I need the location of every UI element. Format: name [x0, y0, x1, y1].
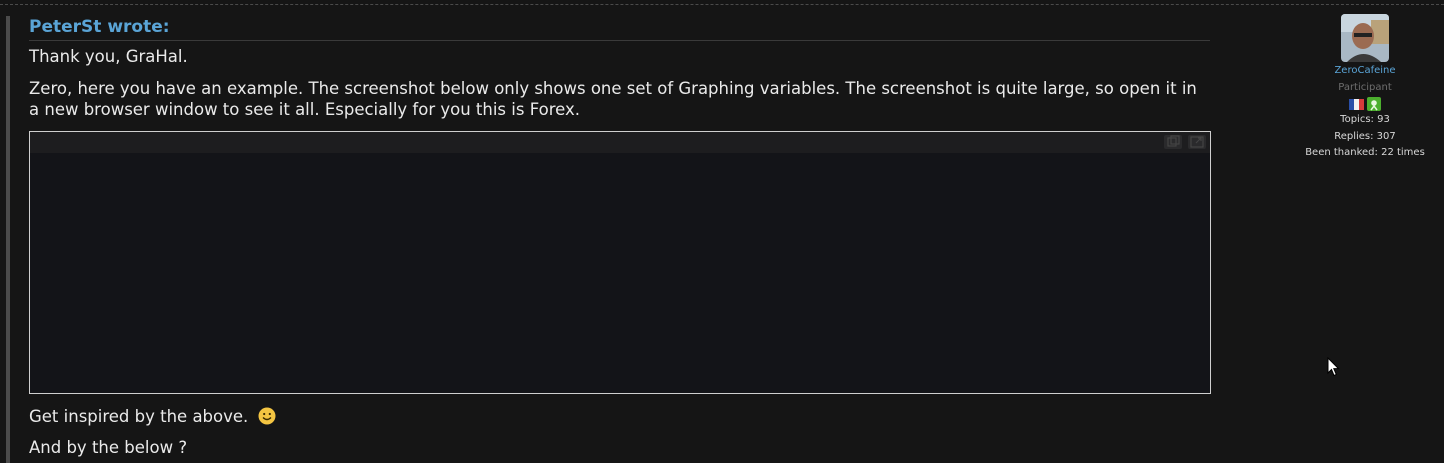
smiley-emoji-icon — [258, 407, 276, 425]
username-link[interactable]: ZeroCafeine — [1300, 64, 1430, 78]
avatar[interactable] — [1341, 14, 1389, 62]
mouse-pointer-icon — [1327, 356, 1340, 381]
france-flag-icon — [1349, 99, 1364, 110]
rank-badge-icon — [1367, 97, 1381, 111]
quote-paragraph: Thank you, GraHal. — [29, 47, 188, 66]
post-paragraph: Get inspired by the above. — [29, 406, 1204, 427]
quote-author-link[interactable]: PeterSt wrote: — [29, 16, 170, 38]
user-card: ZeroCafeine Participant Topics: 93 Repli… — [1300, 14, 1430, 162]
user-role: Participant — [1338, 82, 1392, 93]
thanked-count: Been thanked: 22 times — [1305, 147, 1425, 158]
user-badges — [1300, 97, 1430, 111]
forum-post: PeterSt wrote: Thank you, GraHal. Zero, … — [0, 0, 1444, 463]
topics-count: Topics: 93 — [1340, 114, 1390, 125]
copy-icon[interactable] — [1164, 135, 1182, 149]
post-text: Get inspired by the above. — [29, 407, 249, 426]
quote-divider — [29, 40, 1210, 41]
embed-toolbar — [30, 132, 1210, 153]
embedded-screenshot[interactable] — [29, 131, 1211, 394]
quote-bar — [6, 16, 10, 463]
post-paragraph: And by the below ? — [29, 438, 188, 457]
top-divider — [0, 4, 1444, 5]
open-new-window-icon[interactable] — [1188, 135, 1206, 149]
replies-count: Replies: 307 — [1334, 130, 1396, 142]
quote-paragraph: Zero, here you have an example. The scre… — [29, 79, 1197, 119]
